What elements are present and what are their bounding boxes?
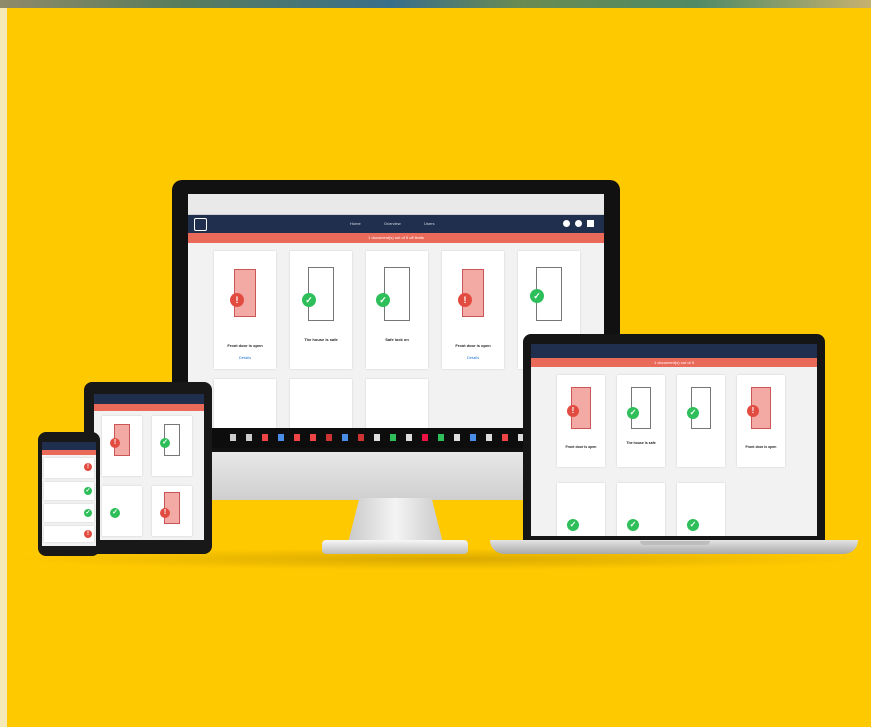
status-card[interactable]: !	[102, 416, 142, 476]
check-icon: ✓	[687, 519, 699, 531]
exclamation-icon: !	[84, 463, 92, 471]
menu-icon[interactable]	[587, 220, 594, 227]
taskbar-icon[interactable]	[294, 434, 300, 441]
alert-banner	[94, 404, 204, 411]
status-card[interactable]: ✓ The house is safe	[290, 251, 352, 369]
taskbar-icon[interactable]	[486, 434, 492, 441]
exclamation-icon: !	[567, 405, 579, 417]
check-icon: ✓	[84, 509, 92, 517]
list-item[interactable]: ✓	[44, 504, 94, 522]
app-navbar	[531, 344, 817, 358]
status-card[interactable]: ! Front door is open Details	[214, 251, 276, 369]
check-icon: ✓	[84, 487, 92, 495]
status-card[interactable]: ✓	[102, 486, 142, 536]
check-icon: ✓	[110, 508, 120, 518]
check-icon: ✓	[627, 407, 639, 419]
list-item[interactable]: ✓	[44, 482, 94, 500]
status-card[interactable]: ✓	[677, 375, 725, 467]
phone-screen: ! ✓ ✓ !	[42, 442, 96, 546]
taskbar-icon[interactable]	[422, 434, 428, 441]
status-card[interactable]: ✓	[557, 483, 605, 536]
app-navbar	[42, 442, 96, 450]
taskbar-icon[interactable]	[454, 434, 460, 441]
exclamation-icon: !	[110, 438, 120, 448]
taskbar-icon[interactable]	[406, 434, 412, 441]
taskbar-icon[interactable]	[470, 434, 476, 441]
check-icon: ✓	[376, 293, 390, 307]
alert-banner: 1 document(s) out of 5 off limits	[188, 233, 604, 243]
taskbar-icon[interactable]	[326, 434, 332, 441]
tab-overview[interactable]: Overview	[384, 221, 401, 226]
exclamation-icon: !	[230, 293, 244, 307]
taskbar-icon[interactable]	[438, 434, 444, 441]
taskbar-icon[interactable]	[310, 434, 316, 441]
check-icon: ✓	[567, 519, 579, 531]
exclamation-icon: !	[160, 508, 170, 518]
app-navbar	[94, 394, 204, 404]
tab-users[interactable]: Users	[424, 221, 434, 226]
status-card[interactable]: !	[152, 486, 192, 536]
card-title: Front door is open	[227, 343, 263, 348]
background-edge	[0, 8, 7, 727]
exclamation-icon: !	[747, 405, 759, 417]
card-link[interactable]: Details	[218, 355, 272, 360]
browser-address-bar[interactable]	[188, 194, 604, 215]
status-card[interactable]: ! Front door is open	[557, 375, 605, 467]
check-icon: ✓	[687, 407, 699, 419]
card-title: Front door is open	[565, 445, 597, 449]
taskbar-icon[interactable]	[246, 434, 252, 441]
taskbar-icon[interactable]	[230, 434, 236, 441]
taskbar-icon[interactable]	[262, 434, 268, 441]
taskbar-icon[interactable]	[502, 434, 508, 441]
status-card[interactable]: ! Front door is open	[737, 375, 785, 467]
laptop-notch	[640, 541, 710, 545]
status-card[interactable]: ✓	[677, 483, 725, 536]
alert-banner	[42, 450, 96, 455]
app-logo-icon	[194, 218, 207, 231]
tablet-screen: ! ✓ ✓ !	[94, 394, 204, 540]
exclamation-icon: !	[458, 293, 472, 307]
monitor-stand-neck	[348, 498, 443, 543]
tab-home[interactable]: Home	[350, 221, 361, 226]
status-card[interactable]: ✓	[152, 416, 192, 476]
taskbar-icon[interactable]	[342, 434, 348, 441]
check-icon: ✓	[530, 289, 544, 303]
taskbar-icon[interactable]	[358, 434, 364, 441]
alert-banner: 1 document(s) out of 5	[531, 358, 817, 367]
laptop-screen: 1 document(s) out of 5 ! Front door is o…	[531, 344, 817, 536]
card-title: Front door is open	[455, 343, 491, 348]
user-icon[interactable]	[575, 220, 582, 227]
card-title: The house is safe	[304, 337, 338, 342]
list-item[interactable]: !	[44, 526, 94, 542]
taskbar-icon[interactable]	[390, 434, 396, 441]
status-card[interactable]: ✓	[617, 483, 665, 536]
card-link[interactable]: Details	[446, 355, 500, 360]
status-card[interactable]: ✓ Safe lock on	[366, 251, 428, 369]
status-card[interactable]: ! Front door is open Details	[442, 251, 504, 369]
exclamation-icon: !	[84, 530, 92, 538]
status-card[interactable]: ✓ The house is safe	[617, 375, 665, 467]
check-icon: ✓	[627, 519, 639, 531]
app-navbar: Home Overview Users	[188, 215, 604, 233]
background-photo-strip	[0, 0, 871, 8]
check-icon: ✓	[160, 438, 170, 448]
card-title: Front door is open	[745, 445, 777, 449]
taskbar-icon[interactable]	[278, 434, 284, 441]
card-title: The house is safe	[626, 441, 656, 445]
list-item[interactable]: !	[44, 458, 94, 478]
settings-icon[interactable]	[563, 220, 570, 227]
taskbar-icon[interactable]	[374, 434, 380, 441]
card-title: Safe lock on	[385, 337, 409, 342]
monitor-stand-base	[322, 540, 468, 554]
check-icon: ✓	[302, 293, 316, 307]
